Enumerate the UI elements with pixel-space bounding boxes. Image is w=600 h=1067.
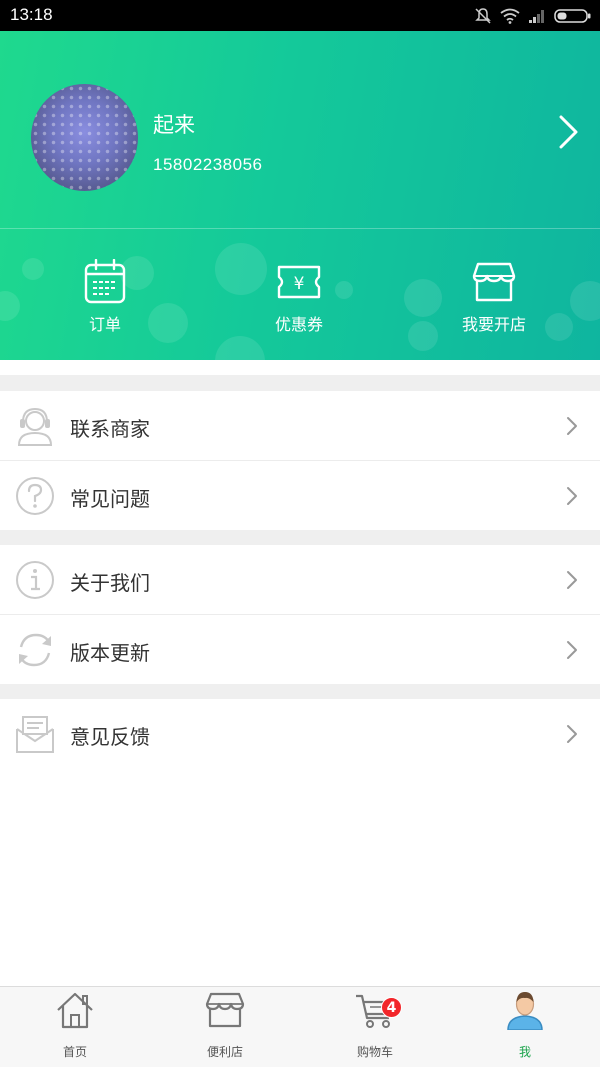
tab-cart[interactable]: 4 购物车 (300, 987, 450, 1067)
profile-header: 起来 15802238056 订单 ¥ 优惠券 我要开店 (0, 31, 600, 360)
tab-store[interactable]: 便利店 (150, 987, 300, 1067)
menu-faq[interactable]: 常见问题 (0, 461, 600, 530)
avatar[interactable] (31, 84, 138, 191)
chevron-right-icon (567, 571, 577, 589)
cart-badge: 4 (381, 997, 402, 1018)
header-divider (0, 228, 600, 229)
store-icon (205, 992, 245, 1028)
user-icon (507, 992, 543, 1030)
menu-feedback[interactable]: 意见反馈 (0, 699, 600, 768)
menu-faq-label: 常见问题 (70, 487, 150, 511)
status-time: 13:18 (10, 5, 53, 24)
tab-me-label: 我 (518, 1045, 531, 1059)
decor-bubble (570, 281, 600, 321)
chevron-right-icon (567, 725, 577, 743)
question-icon (16, 477, 54, 515)
tab-store-label: 便利店 (206, 1045, 243, 1059)
tab-home-label: 首页 (62, 1045, 87, 1059)
customer-service-icon (17, 407, 53, 446)
menu-version-update[interactable]: 版本更新 (0, 615, 600, 684)
menu-contact-merchant[interactable]: 联系商家 (0, 391, 600, 460)
mail-feedback-icon (16, 716, 54, 753)
refresh-icon (19, 633, 51, 667)
silent-icon (475, 8, 491, 24)
status-icons (474, 5, 592, 27)
calendar-order-icon (84, 259, 126, 304)
user-phone: 15802238056 (153, 155, 263, 174)
user-name: 起来 (153, 113, 195, 137)
menu-contact-merchant-label: 联系商家 (70, 417, 150, 441)
chevron-right-icon[interactable] (556, 114, 582, 150)
tab-me[interactable]: 我 (450, 987, 600, 1067)
quick-action-orders-label: 订单 (88, 315, 121, 334)
battery-icon (554, 9, 591, 23)
menu-about-us[interactable]: 关于我们 (0, 545, 600, 614)
quick-action-orders[interactable]: 订单 (45, 259, 165, 335)
status-bar: 13:18 (0, 0, 600, 31)
chevron-right-icon (567, 487, 577, 505)
quick-action-coupons[interactable]: ¥ 优惠券 (239, 259, 359, 335)
decor-bubble (22, 258, 44, 280)
quick-action-coupons-label: 优惠券 (274, 315, 323, 334)
svg-text:¥: ¥ (294, 274, 305, 294)
tab-home[interactable]: 首页 (0, 987, 150, 1067)
wifi-icon (500, 8, 520, 24)
section-gap (0, 375, 600, 391)
info-icon (16, 561, 54, 599)
menu-version-update-label: 版本更新 (70, 641, 150, 665)
bottom-tab-bar: 首页 便利店 4 购物车 我 (0, 986, 600, 1067)
menu-feedback-label: 意见反馈 (70, 725, 150, 749)
home-icon (57, 992, 93, 1029)
section-gap (0, 683, 600, 699)
chevron-right-icon (567, 417, 577, 435)
decor-bubble (0, 291, 20, 321)
store-icon (472, 262, 516, 302)
decor-bubble (215, 336, 265, 360)
tab-cart-label: 购物车 (356, 1045, 393, 1059)
quick-action-open-store-label: 我要开店 (461, 315, 526, 334)
menu-about-us-label: 关于我们 (70, 571, 150, 595)
coupon-icon: ¥ (277, 265, 321, 299)
chevron-right-icon (567, 641, 577, 659)
section-gap (0, 529, 600, 545)
quick-action-open-store[interactable]: 我要开店 (434, 259, 554, 335)
signal-icon (529, 10, 544, 23)
